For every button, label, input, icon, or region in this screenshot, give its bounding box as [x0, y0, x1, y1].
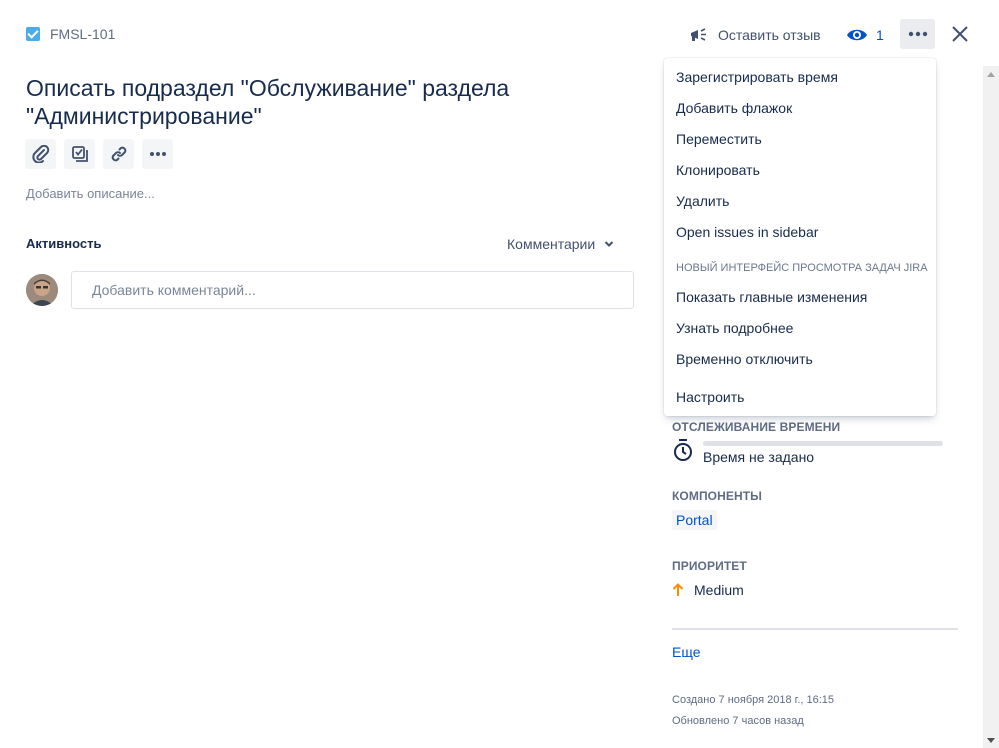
priority-label: ПРИОРИТЕТ [672, 559, 747, 573]
issue-actions [25, 139, 173, 169]
more-issue-actions-button[interactable] [142, 139, 173, 169]
add-subtask-button[interactable] [64, 139, 95, 169]
sidebar-divider [672, 628, 958, 630]
menu-item-whats-new[interactable]: Показать главные изменения [676, 289, 867, 305]
avatar [26, 274, 58, 306]
components-label: КОМПОНЕНТЫ [672, 489, 763, 503]
menu-item-open-sidebar[interactable]: Open issues in sidebar [676, 224, 818, 240]
menu-item-move[interactable]: Переместить [676, 131, 762, 147]
activity-filter-label: Комментарии [507, 236, 596, 252]
menu-item-configure[interactable]: Настроить [676, 389, 744, 405]
task-type-icon [26, 27, 40, 41]
scroll-down-button[interactable] [983, 732, 999, 748]
menu-item-delete[interactable]: Удалить [676, 193, 729, 209]
paperclip-icon [31, 145, 49, 163]
stopwatch-icon [674, 439, 692, 461]
megaphone-icon [691, 28, 706, 41]
triangle-up-icon [987, 71, 995, 77]
link-issue-button[interactable] [103, 139, 134, 169]
comment-input[interactable]: Добавить комментарий... [71, 271, 634, 309]
issue-key[interactable]: FMSL-101 [26, 26, 115, 42]
menu-section-heading: НОВЫЙ ИНТЕРФЕЙС ПРОСМОТРА ЗАДАЧ JIRA [676, 262, 928, 274]
menu-item-log-work[interactable]: Зарегистрировать время [676, 69, 838, 85]
comment-placeholder: Добавить комментарий... [92, 282, 256, 298]
issue-key-label[interactable]: FMSL-101 [50, 26, 115, 42]
menu-item-disable[interactable]: Временно отключить [676, 351, 813, 367]
issue-title[interactable]: Описать подраздел "Обслуживание" раздела… [26, 74, 586, 130]
time-tracking-label: ОТСЛЕЖИВАНИЕ ВРЕМЕНИ [672, 420, 841, 434]
time-tracking-value: Время не задано [703, 449, 815, 465]
watch-button[interactable]: 1 [846, 23, 884, 47]
ellipsis-icon [908, 31, 927, 37]
created-date: Создано 7 ноября 2018 г., 16:15 [672, 694, 835, 706]
close-icon [952, 26, 968, 42]
updated-date: Обновлено 7 часов назад [672, 715, 804, 727]
attach-button[interactable] [25, 139, 56, 169]
more-actions-menu: Зарегистрировать время Добавить флажок П… [664, 58, 936, 416]
feedback-label: Оставить отзыв [718, 27, 821, 43]
priority-field[interactable]: Medium [672, 582, 744, 598]
scroll-up-button[interactable] [983, 66, 999, 82]
triangle-down-icon [987, 737, 995, 743]
ellipsis-icon [149, 152, 166, 156]
menu-item-add-flag[interactable]: Добавить флажок [676, 100, 792, 116]
watchers-count: 1 [876, 27, 884, 43]
more-fields-link[interactable]: Еще [672, 644, 701, 660]
menu-item-learn-more[interactable]: Узнать подробнее [676, 320, 793, 336]
chevron-down-icon [604, 241, 614, 247]
time-tracking-bar [703, 441, 943, 446]
feedback-button[interactable]: Оставить отзыв [688, 23, 821, 47]
link-icon [111, 146, 126, 162]
priority-value: Medium [694, 582, 744, 598]
activity-heading: Активность [26, 236, 102, 251]
menu-item-clone[interactable]: Клонировать [676, 162, 760, 178]
scrollbar[interactable] [983, 66, 999, 748]
arrow-up-priority-icon [672, 583, 684, 596]
eye-icon [847, 29, 867, 41]
activity-filter-select[interactable]: Комментарии [507, 236, 614, 252]
close-button[interactable] [948, 22, 972, 46]
subtask-checklist-icon [71, 146, 88, 162]
component-tag[interactable]: Portal [672, 510, 717, 530]
more-actions-button[interactable] [900, 19, 935, 49]
add-description[interactable]: Добавить описание... [26, 186, 155, 201]
user-avatar-icon [26, 274, 58, 306]
